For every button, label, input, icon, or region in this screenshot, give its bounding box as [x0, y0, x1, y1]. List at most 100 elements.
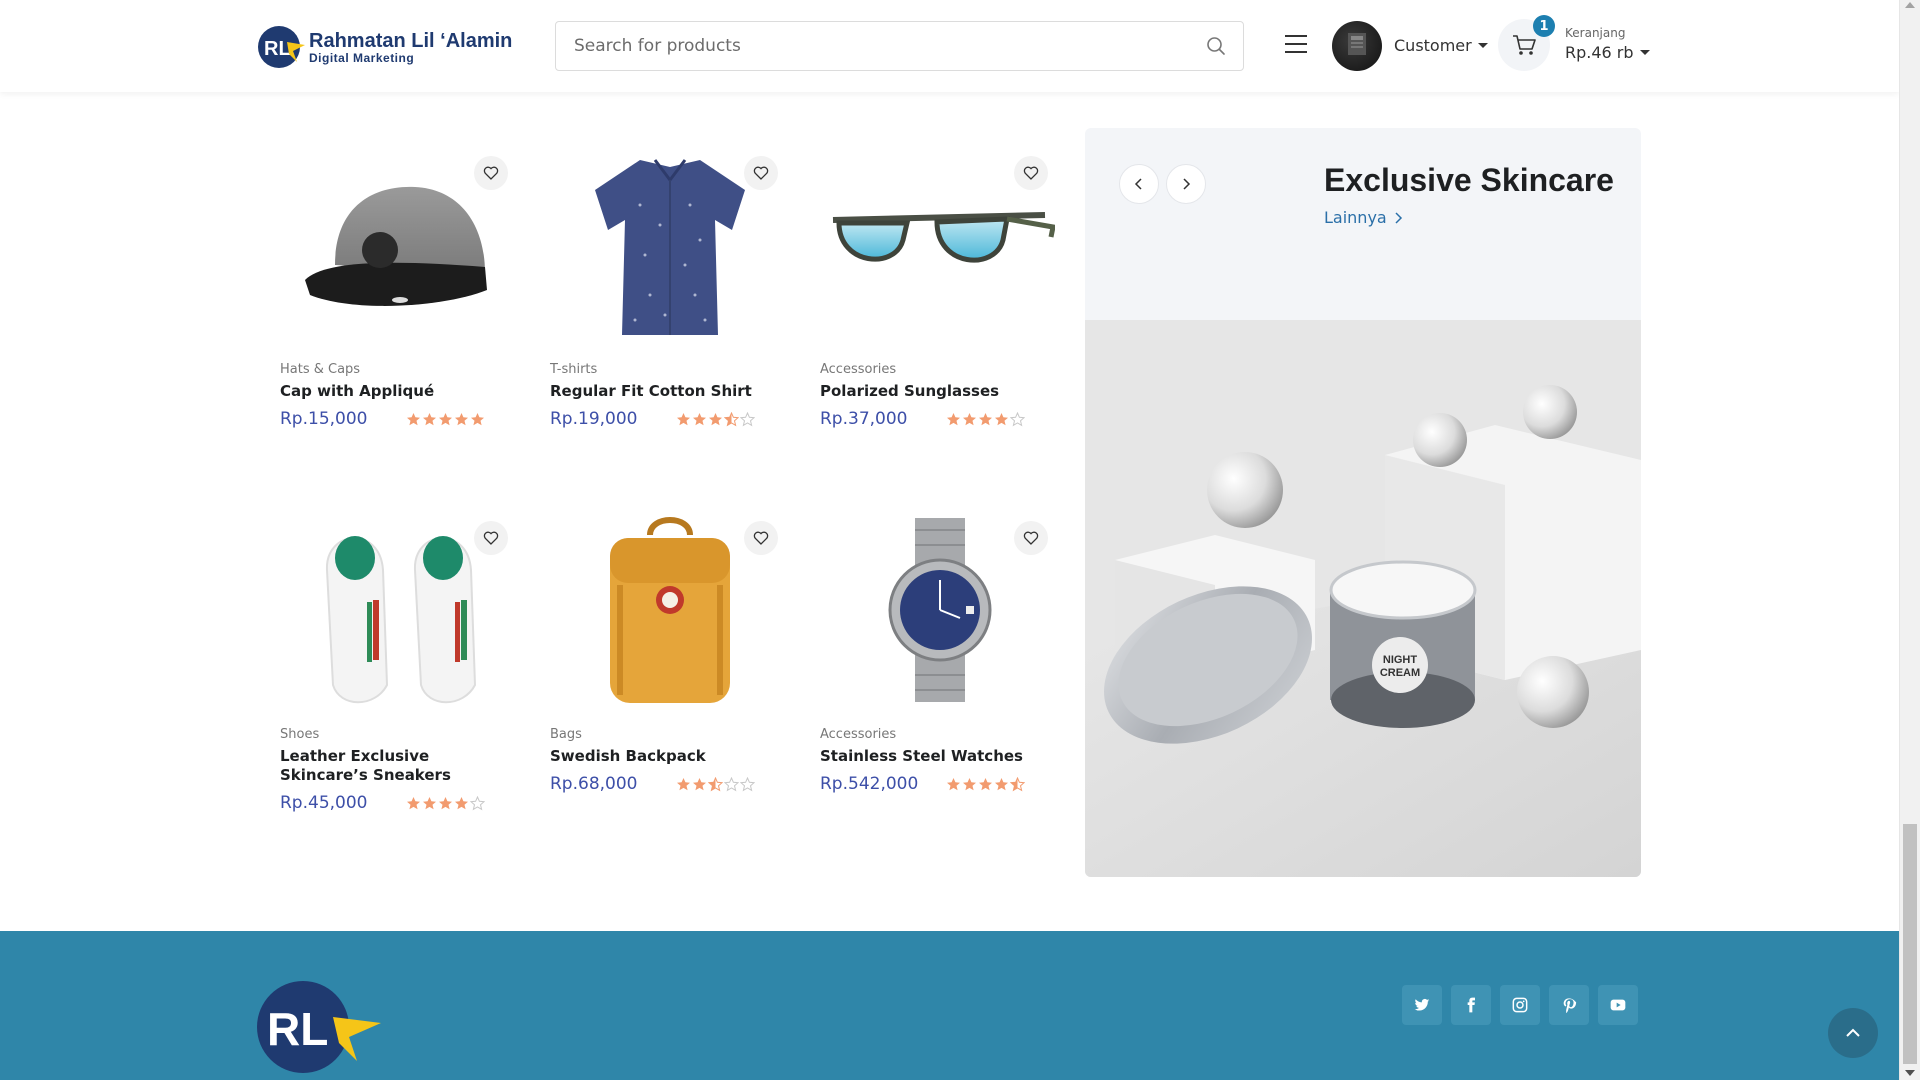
logo-title: Rahmatan Lil ‘Alamin: [309, 29, 513, 52]
promo-title: Exclusive Skincare: [1324, 162, 1614, 198]
product-rating: [676, 411, 755, 427]
site-logo[interactable]: RL Rahmatan Lil ‘Alamin Digital Marketin…: [257, 24, 512, 70]
cart-label: Keranjang: [1565, 26, 1626, 40]
heart-icon: [753, 166, 769, 180]
star-filled-icon: [677, 777, 690, 790]
instagram-icon: [1512, 997, 1528, 1013]
product-card[interactable]: Hats & Caps Cap with Appliqué Rp.15,000: [280, 140, 520, 429]
product-card[interactable]: Accessories Polarized Sunglasses Rp.37,0…: [820, 140, 1060, 429]
star-filled-icon: [439, 796, 452, 809]
product-card[interactable]: T-shirts Regular Fit Cotton Shirt Rp.19,…: [550, 140, 790, 429]
star-half-icon: [1010, 776, 1025, 791]
product-card[interactable]: Shoes Leather Exclusive Skincare’s Sneak…: [280, 505, 520, 813]
product-name[interactable]: Polarized Sunglasses: [820, 382, 1060, 401]
twitter-icon: [1414, 998, 1430, 1011]
wishlist-button[interactable]: [1014, 156, 1048, 190]
product-category[interactable]: Bags: [550, 727, 790, 742]
promo-next-button[interactable]: [1166, 164, 1206, 204]
star-filled-icon: [947, 777, 960, 790]
scroll-up-arrow-icon[interactable]: [1905, 2, 1915, 8]
star-filled-icon: [423, 796, 436, 809]
product-name[interactable]: Stainless Steel Watches: [820, 747, 1060, 766]
wishlist-button[interactable]: [744, 521, 778, 555]
product-category[interactable]: Accessories: [820, 362, 1060, 377]
site-header: RL Rahmatan Lil ‘Alamin Digital Marketin…: [0, 0, 1899, 92]
product-card[interactable]: Bags Swedish Backpack Rp.68,000: [550, 505, 790, 794]
product-name[interactable]: Cap with Appliqué: [280, 382, 520, 401]
star-filled-icon: [677, 412, 690, 425]
footer-logo-icon[interactable]: RL: [257, 979, 383, 1075]
account-label: Customer: [1394, 36, 1472, 55]
product-rating: [406, 412, 485, 427]
account-dropdown[interactable]: Customer: [1394, 36, 1488, 55]
scroll-to-top-button[interactable]: [1828, 1008, 1878, 1058]
star-filled-icon: [423, 412, 436, 425]
chevron-left-icon: [1134, 178, 1142, 190]
hamburger-menu-icon[interactable]: [1283, 33, 1309, 55]
avatar-photo-icon: [1348, 33, 1366, 55]
wishlist-button[interactable]: [474, 156, 508, 190]
instagram-button[interactable]: [1500, 985, 1540, 1025]
scrollbar-thumb[interactable]: [1903, 824, 1917, 1064]
heart-icon: [1023, 531, 1039, 545]
search-input[interactable]: [556, 22, 1205, 70]
page-scrollbar[interactable]: [1899, 0, 1920, 1080]
logo-subtitle: Digital Marketing: [309, 50, 415, 65]
wishlist-button[interactable]: [744, 156, 778, 190]
product-name[interactable]: Regular Fit Cotton Shirt: [550, 382, 790, 401]
svg-text:RL: RL: [264, 38, 291, 60]
cap-image-icon: [305, 186, 487, 306]
wishlist-button[interactable]: [1014, 521, 1048, 555]
twitter-button[interactable]: [1402, 985, 1442, 1025]
star-empty-icon: [1010, 411, 1025, 426]
chevron-down-icon: [1639, 50, 1650, 55]
facebook-icon: [1467, 997, 1475, 1013]
product-rating: [946, 776, 1025, 792]
backpack-image-icon: [610, 517, 730, 703]
product-category[interactable]: Hats & Caps: [280, 362, 520, 377]
search-icon[interactable]: [1205, 35, 1227, 57]
star-filled-icon: [693, 412, 706, 425]
star-half-icon: [724, 411, 739, 426]
star-empty-icon: [470, 795, 485, 810]
avatar[interactable]: [1332, 21, 1382, 71]
youtube-button[interactable]: [1598, 985, 1638, 1025]
star-empty-icon: [740, 776, 755, 791]
promo-prev-button[interactable]: [1119, 164, 1159, 204]
page: RL Rahmatan Lil ‘Alamin Digital Marketin…: [0, 0, 1899, 1080]
product-name[interactable]: Swedish Backpack: [550, 747, 790, 766]
jar-label-line-1: NIGHT: [1383, 654, 1418, 666]
star-filled-icon: [995, 412, 1008, 425]
product-category[interactable]: Accessories: [820, 727, 1060, 742]
rl-logo-icon: RL: [258, 26, 305, 68]
cart-total: Rp.46 rb: [1565, 43, 1634, 62]
product-category[interactable]: T-shirts: [550, 362, 790, 377]
cart-summary[interactable]: Keranjang Rp.46 rb: [1565, 26, 1650, 62]
sunglasses-image-icon: [832, 212, 1055, 263]
jar-label-line-2: CREAM: [1380, 667, 1420, 679]
heart-icon: [483, 166, 499, 180]
star-filled-icon: [995, 777, 1008, 790]
search-bar: [555, 21, 1244, 71]
scroll-down-arrow-icon[interactable]: [1905, 1070, 1915, 1076]
cart-icon: [1513, 35, 1536, 55]
watch-image-icon: [888, 518, 992, 702]
chevron-up-icon: [1846, 1028, 1860, 1037]
product-name[interactable]: Leather Exclusive Skincare’s Sneakers: [280, 747, 520, 785]
cart-count-badge: 1: [1533, 15, 1555, 37]
product-category[interactable]: Shoes: [280, 727, 520, 742]
product-rating: [676, 776, 755, 792]
pinterest-button[interactable]: [1549, 985, 1589, 1025]
star-filled-icon: [471, 412, 484, 425]
chevron-right-icon: [1395, 211, 1402, 224]
star-filled-icon: [709, 412, 722, 425]
product-card[interactable]: Accessories Stainless Steel Watches Rp.5…: [820, 505, 1060, 794]
promo-banner[interactable]: Exclusive Skincare Lainnya NIGHT CREAM: [1085, 128, 1641, 877]
wishlist-button[interactable]: [474, 521, 508, 555]
promo-more-link[interactable]: Lainnya: [1324, 208, 1405, 227]
star-empty-icon: [740, 411, 755, 426]
product-price: Rp.37,000: [820, 409, 908, 429]
star-filled-icon: [947, 412, 960, 425]
star-filled-icon: [407, 412, 420, 425]
facebook-button[interactable]: [1451, 985, 1491, 1025]
